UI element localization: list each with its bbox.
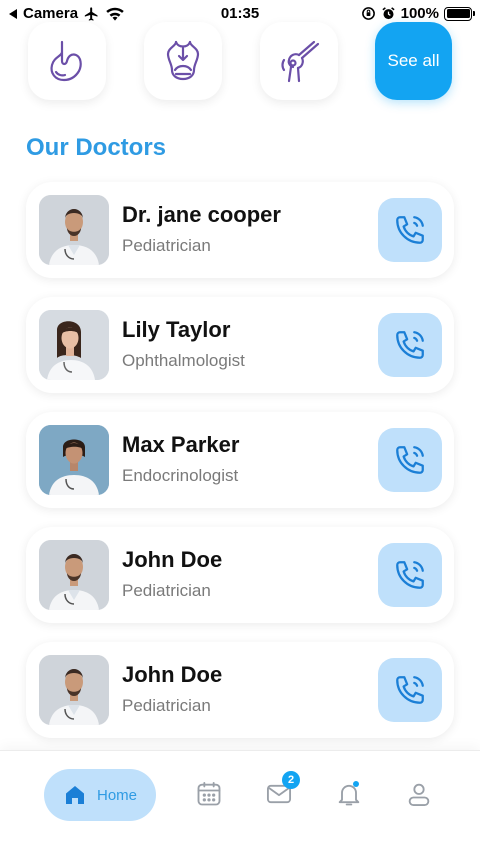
knee-joint-icon <box>281 40 320 83</box>
doctor-name: Dr. jane cooper <box>122 202 281 227</box>
doctor-specialty: Pediatrician <box>122 236 211 255</box>
nav-calendar-button[interactable] <box>194 779 224 809</box>
status-right: 100% <box>361 5 475 22</box>
doctor-name: Max Parker <box>122 432 240 457</box>
doctor-name: John Doe <box>122 662 223 687</box>
profile-icon <box>408 783 430 807</box>
doctor-card[interactable]: Max Parker Endocrinologist <box>26 412 454 508</box>
doctor-avatar <box>39 540 109 610</box>
nav-home-button[interactable]: Home <box>44 769 156 821</box>
stomach-icon <box>50 40 82 82</box>
call-button[interactable] <box>378 428 442 492</box>
category-knee[interactable] <box>260 22 338 100</box>
category-stomach[interactable] <box>28 22 106 100</box>
call-button[interactable] <box>378 198 442 262</box>
category-lungs[interactable] <box>144 22 222 100</box>
category-row: See all <box>28 22 456 102</box>
doctor-specialty: Pediatrician <box>122 696 211 715</box>
doctor-card[interactable]: Dr. jane cooper Pediatrician <box>26 182 454 278</box>
orientation-lock-icon <box>361 6 376 21</box>
nav-messages-button[interactable]: 2 <box>264 771 300 809</box>
alarm-icon <box>381 6 396 21</box>
call-button[interactable] <box>378 658 442 722</box>
doctor-name: Lily Taylor <box>122 317 231 342</box>
doctor-specialty: Ophthalmologist <box>122 351 245 370</box>
nav-notifications-button[interactable] <box>334 779 364 809</box>
doctor-card[interactable]: Lily Taylor Ophthalmologist <box>26 297 454 393</box>
back-app-label[interactable]: Camera <box>23 5 78 22</box>
airplane-icon <box>83 6 100 22</box>
battery-icon <box>444 6 475 21</box>
messages-badge: 2 <box>282 771 300 789</box>
doctor-specialty: Pediatrician <box>122 581 211 600</box>
nav-home-label: Home <box>96 786 137 804</box>
wifi-icon <box>105 6 125 21</box>
see-all-button[interactable]: See all <box>375 22 452 100</box>
call-button[interactable] <box>378 543 442 607</box>
phone-call-icon <box>396 446 424 474</box>
bottom-nav: Home 2 <box>0 750 480 854</box>
back-arrow-icon[interactable] <box>8 8 18 20</box>
phone-call-icon <box>396 561 424 589</box>
notification-dot <box>353 781 359 787</box>
home-icon <box>65 786 84 804</box>
doctor-card[interactable]: John Doe Pediatrician <box>26 642 454 738</box>
doctor-specialty: Endocrinologist <box>122 466 239 485</box>
battery-percent: 100% <box>400 5 439 22</box>
section-title: Our Doctors <box>26 134 167 161</box>
call-button[interactable] <box>378 313 442 377</box>
lungs-icon <box>166 40 200 81</box>
phone-call-icon <box>396 676 424 704</box>
nav-profile-button[interactable] <box>404 779 434 809</box>
phone-call-icon <box>396 216 424 244</box>
status-left: Camera <box>8 5 125 22</box>
doctor-card[interactable]: John Doe Pediatrician <box>26 527 454 623</box>
doctor-avatar <box>39 425 109 495</box>
phone-call-icon <box>396 331 424 359</box>
doctor-avatar <box>39 195 109 265</box>
doctor-avatar <box>39 655 109 725</box>
doctor-avatar <box>39 310 109 380</box>
doctor-name: John Doe <box>122 547 223 572</box>
calendar-icon <box>197 781 221 806</box>
